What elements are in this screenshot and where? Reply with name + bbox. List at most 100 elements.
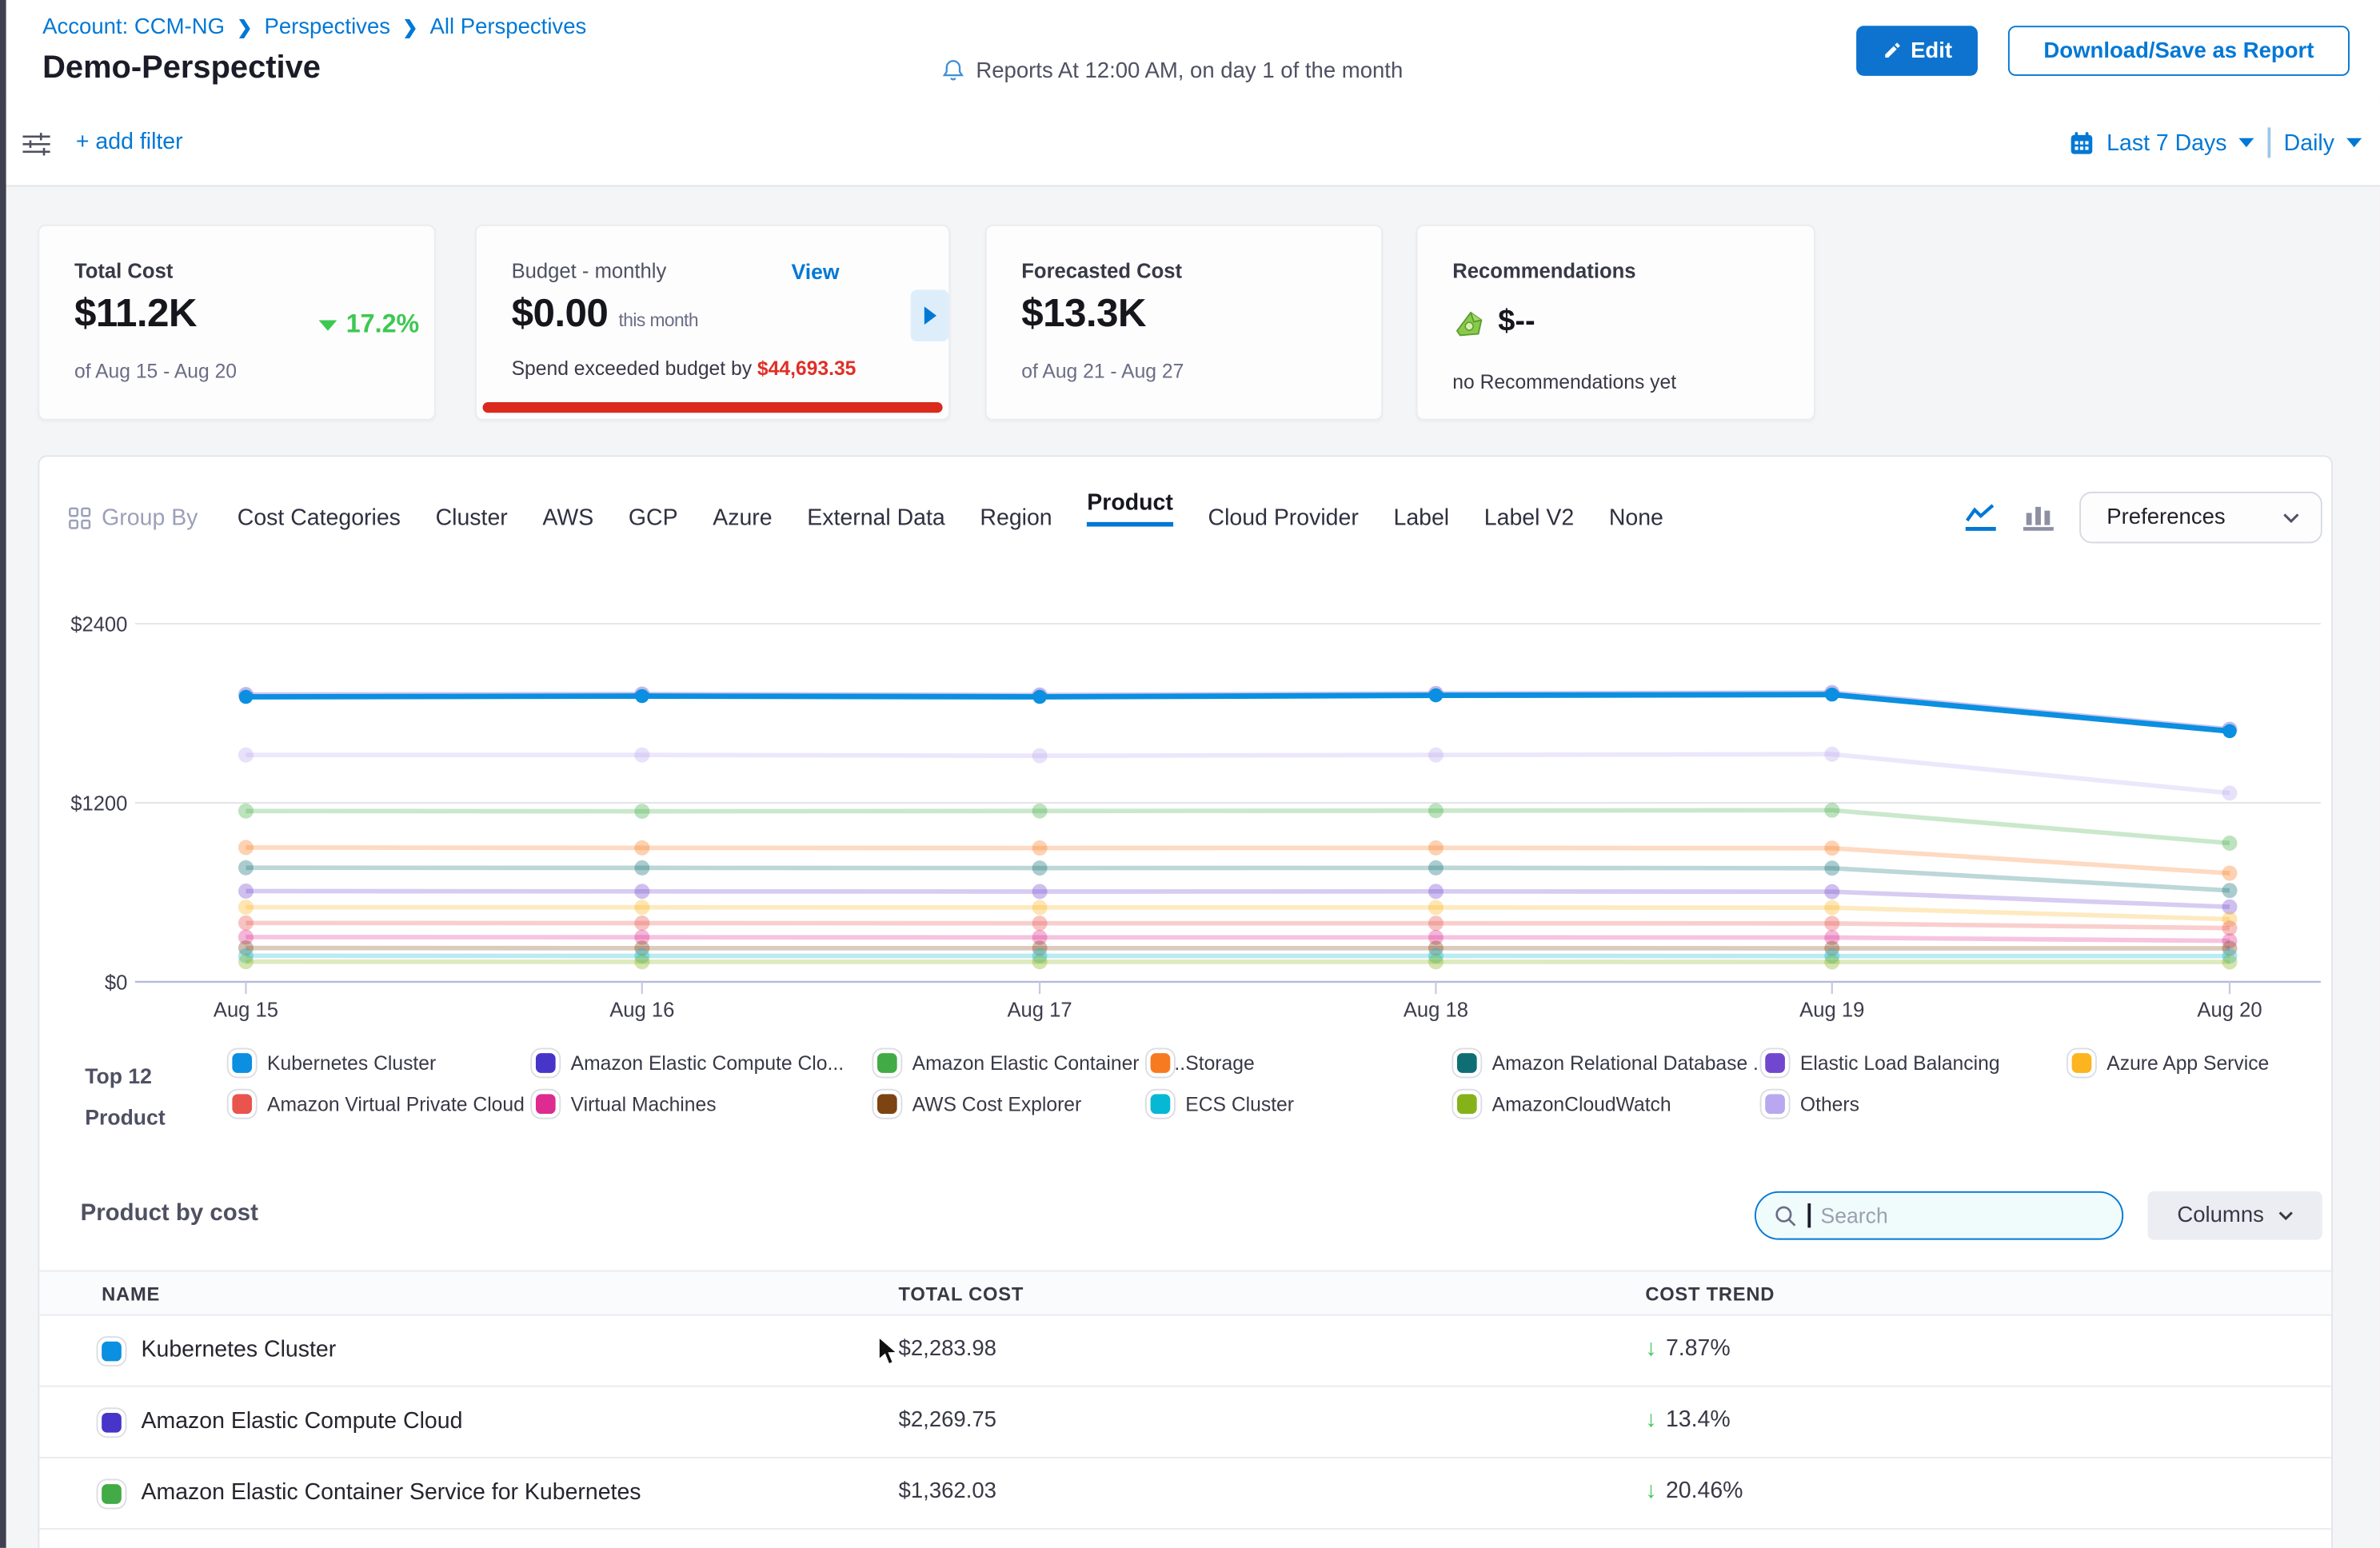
tab-external-data[interactable]: External Data	[807, 505, 945, 530]
row-name[interactable]: Amazon Elastic Compute Cloud	[142, 1408, 463, 1434]
series-marker	[1032, 884, 1048, 900]
page-header: Account: CCM-NG❯Perspectives❯All Perspec…	[0, 0, 2380, 100]
series-marker	[1428, 884, 1444, 899]
series-marker	[1824, 900, 1839, 916]
tab-cloud-provider[interactable]: Cloud Provider	[1208, 505, 1359, 530]
series-line	[246, 810, 2230, 843]
breadcrumb-link[interactable]: All Perspectives	[429, 15, 586, 39]
legend-label: Amazon Elastic Compute Clo...	[571, 1051, 844, 1074]
svg-text:Aug 18: Aug 18	[1404, 999, 1468, 1022]
section-title: Product by cost	[81, 1200, 258, 1227]
filter-sliders-icon[interactable]	[22, 130, 52, 158]
legend-item[interactable]: Elastic Load Balancing	[1765, 1051, 1999, 1074]
search-input[interactable]: Search	[1755, 1191, 2123, 1240]
date-range-dropdown[interactable]: Last 7 Days	[2069, 130, 2254, 155]
budget-view-link[interactable]: View	[791, 260, 839, 284]
legend-color-swatch	[536, 1094, 556, 1114]
tab-label[interactable]: Label	[1393, 505, 1449, 530]
legend-item[interactable]: Storage	[1151, 1051, 1255, 1074]
row-name[interactable]: Kubernetes Cluster	[142, 1337, 337, 1362]
legend-item[interactable]: AmazonCloudWatch	[1457, 1092, 1671, 1115]
legend-item[interactable]: Amazon Elastic Container Se...	[877, 1051, 1185, 1074]
tab-gcp[interactable]: GCP	[629, 505, 678, 530]
series-marker	[1032, 748, 1048, 764]
preferences-label: Preferences	[2106, 505, 2225, 529]
legend-item[interactable]: AWS Cost Explorer	[877, 1092, 1081, 1115]
recommendations-card: Recommendations $-- no Recommendations y…	[1416, 225, 1815, 421]
tab-label-v2[interactable]: Label V2	[1484, 505, 1574, 530]
series-marker	[1825, 688, 1839, 701]
breadcrumb-link[interactable]: Account: CCM-NG	[42, 15, 225, 39]
ccm-perspective-page: Account: CCM-NG❯Perspectives❯All Perspec…	[0, 0, 2380, 1548]
tab-azure[interactable]: Azure	[713, 505, 772, 530]
tab-aws[interactable]: AWS	[542, 505, 593, 530]
series-marker	[1032, 804, 1048, 819]
series-marker	[1032, 690, 1046, 704]
legend-color-swatch	[1765, 1094, 1785, 1114]
filter-bar: + add filter Last 7 Days Daily	[0, 100, 2380, 186]
tab-cost-categories[interactable]: Cost Categories	[238, 505, 401, 530]
budget-next-arrow-button[interactable]	[911, 289, 948, 341]
tab-none[interactable]: None	[1609, 505, 1663, 530]
row-cost-trend: ↓13.4%	[1645, 1406, 1730, 1432]
edit-button[interactable]: Edit	[1856, 26, 1978, 76]
line-chart-icon[interactable]	[1964, 502, 1998, 533]
legend-label: AmazonCloudWatch	[1492, 1092, 1671, 1115]
series-marker	[1429, 688, 1443, 702]
legend-item[interactable]: Amazon Virtual Private Cloud	[232, 1092, 524, 1115]
tab-cluster[interactable]: Cluster	[436, 505, 508, 530]
granularity-dropdown[interactable]: Daily	[2284, 130, 2362, 155]
table-header: NAME TOTAL COST COST TREND	[39, 1271, 2331, 1316]
time-controls: Last 7 Days Daily	[2069, 127, 2362, 158]
series-marker	[1032, 860, 1048, 876]
triangle-down-icon	[319, 320, 337, 330]
table-row[interactable]: Amazon Elastic Compute Cloud $2,269.75 ↓13…	[39, 1387, 2331, 1458]
tab-product[interactable]: Product	[1087, 490, 1173, 527]
grid-icon	[68, 506, 90, 529]
legend-item[interactable]: Kubernetes Cluster	[232, 1051, 436, 1074]
series-marker	[2222, 955, 2238, 970]
row-total-cost: $2,269.75	[899, 1408, 996, 1432]
columns-button[interactable]: Columns	[2148, 1191, 2322, 1240]
legend-item[interactable]: Azure App Service	[2072, 1051, 2270, 1074]
legend-color-swatch	[877, 1053, 897, 1073]
tab-region[interactable]: Region	[980, 505, 1052, 530]
budget-value-row: $0.00 this month	[512, 289, 698, 337]
budget-exceeded-text: Spend exceeded budget by $44,693.35	[512, 357, 857, 379]
table-row[interactable]: Kubernetes Cluster$2,283.98↓7.87%	[39, 1315, 2331, 1386]
add-filter-button[interactable]: + add filter	[76, 129, 183, 154]
series-marker	[238, 804, 254, 819]
series-color-swatch	[102, 1342, 122, 1362]
series-marker	[1824, 884, 1839, 900]
column-header-total-cost: TOTAL COST	[899, 1284, 1024, 1306]
series-marker	[1428, 860, 1444, 876]
series-marker	[238, 748, 254, 763]
forecasted-cost-value: $13.3K	[1021, 289, 1146, 337]
legend-title-line2: Product	[85, 1097, 165, 1138]
series-marker	[1824, 955, 1839, 970]
row-name[interactable]: Amazon Elastic Container Service for Kub…	[142, 1479, 641, 1505]
series-marker	[1428, 900, 1444, 915]
preferences-dropdown[interactable]: Preferences	[2079, 492, 2322, 544]
legend-item[interactable]: ECS Cluster	[1151, 1092, 1294, 1115]
legend-item[interactable]: Others	[1765, 1092, 1859, 1115]
download-save-report-button[interactable]: Download/Save as Report	[2008, 26, 2350, 76]
legend-item[interactable]: Virtual Machines	[536, 1092, 717, 1115]
legend-color-swatch	[536, 1053, 556, 1073]
series-marker	[1824, 860, 1839, 876]
series-line	[246, 754, 2230, 793]
chevron-down-icon	[2278, 1211, 2293, 1221]
bar-chart-icon[interactable]	[2022, 502, 2055, 533]
legend-color-swatch	[1457, 1053, 1477, 1073]
forecasted-cost-label: Forecasted Cost	[1021, 260, 1182, 282]
series-marker	[238, 954, 254, 969]
legend-label: AWS Cost Explorer	[912, 1092, 1082, 1115]
cost-line-chart[interactable]: $0$1200$2400Aug 15Aug 16Aug 17Aug 18Aug …	[39, 590, 2334, 1030]
series-marker	[1032, 840, 1048, 856]
table-body: Kubernetes Cluster$2,283.98↓7.87%Amazon …	[39, 1315, 2331, 1530]
table-row[interactable]: Amazon Elastic Container Service for Kub…	[39, 1458, 2331, 1530]
breadcrumb-link[interactable]: Perspectives	[264, 15, 390, 39]
legend-item[interactable]: Amazon Elastic Compute Clo...	[536, 1051, 844, 1074]
svg-text:Aug 17: Aug 17	[1007, 999, 1072, 1022]
legend-item[interactable]: Amazon Relational Database ...	[1457, 1051, 1770, 1074]
